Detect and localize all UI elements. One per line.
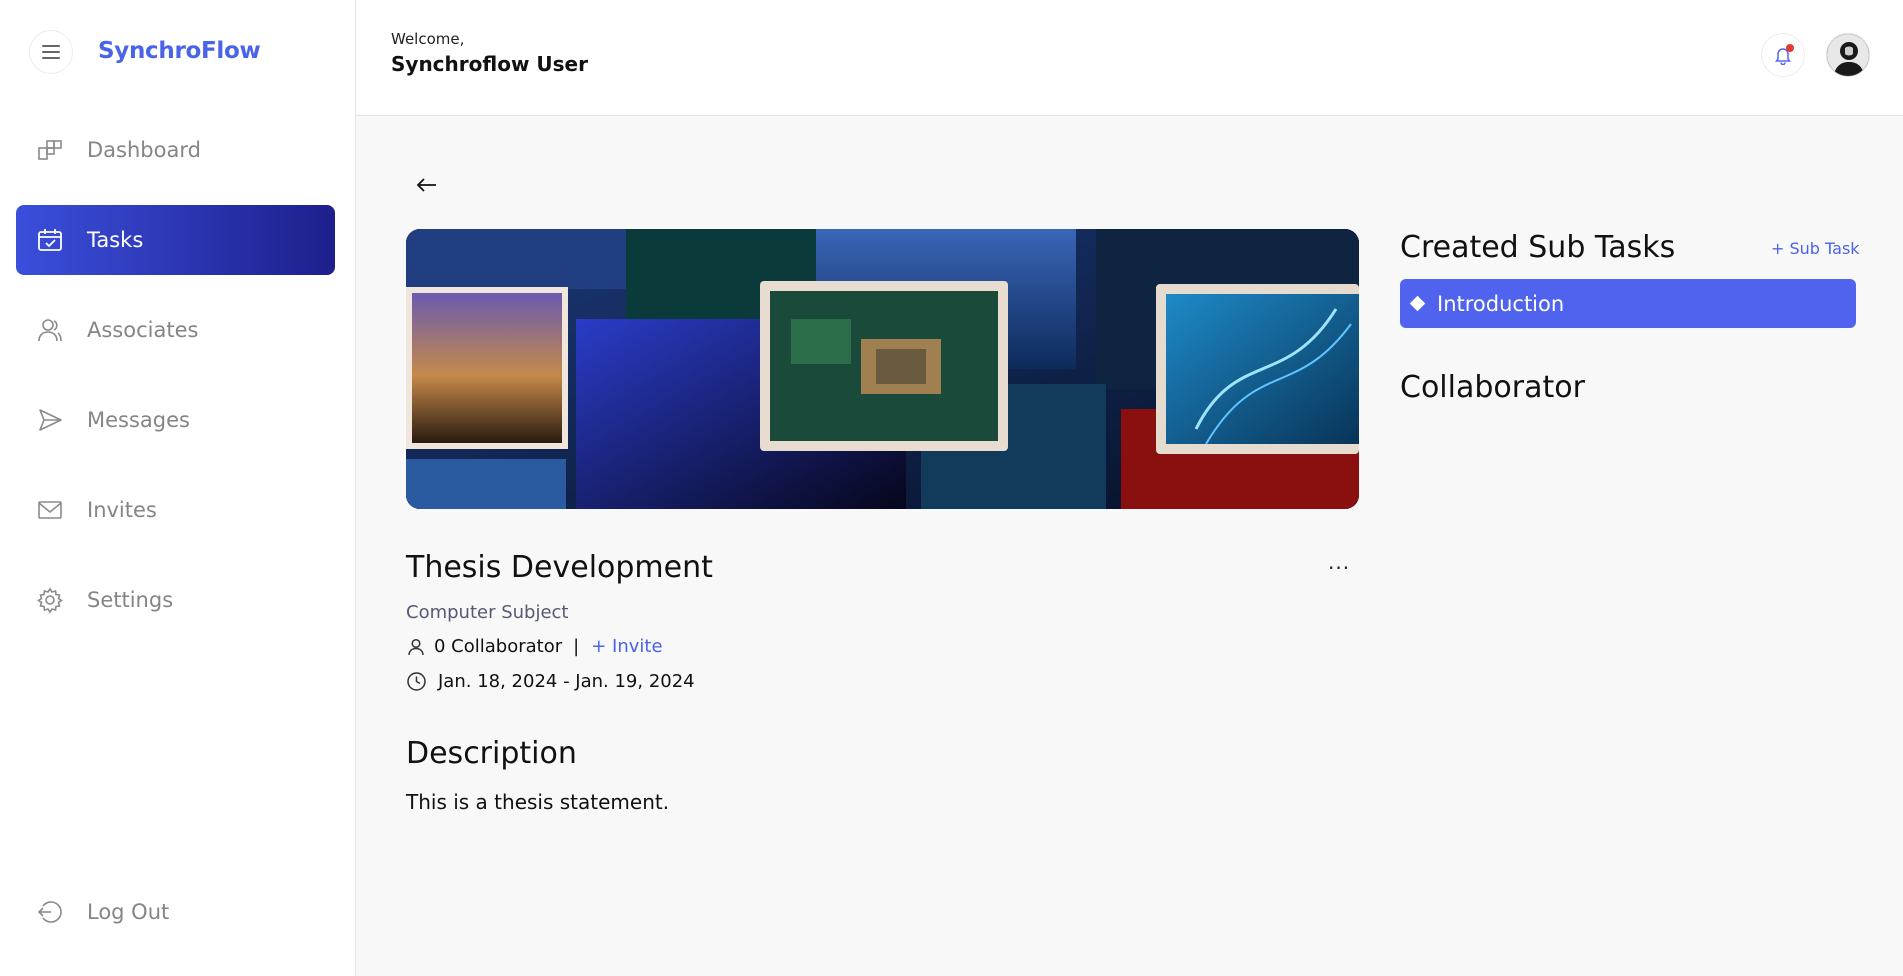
app-logo[interactable]: SynchroFlow — [98, 38, 261, 64]
top-header: Welcome, Synchroflow User — [356, 0, 1903, 116]
collaborator-count: 0 Collaborator — [434, 636, 563, 657]
avatar[interactable] — [1826, 33, 1870, 77]
arrow-left-icon — [416, 178, 436, 192]
separator: | — [573, 636, 580, 657]
diamond-icon — [1409, 295, 1426, 312]
logout-button[interactable]: Log Out — [16, 877, 335, 947]
description-heading: Description — [406, 736, 577, 771]
date-range: Jan. 18, 2024 - Jan. 19, 2024 — [438, 671, 695, 692]
add-subtask-button[interactable]: + Sub Task — [1771, 239, 1860, 258]
hamburger-icon — [42, 45, 60, 59]
gear-icon — [36, 586, 64, 614]
sidebar-item-label: Dashboard — [87, 138, 201, 162]
sidebar-item-label: Associates — [87, 318, 199, 342]
subtask-label: Introduction — [1437, 291, 1565, 316]
back-button[interactable] — [414, 172, 440, 198]
dashboard-icon — [36, 136, 64, 164]
clock-icon — [407, 672, 426, 691]
sidebar-item-dashboard[interactable]: Dashboard — [16, 115, 335, 185]
logout-label: Log Out — [87, 900, 170, 924]
collaborator-row: 0 Collaborator | + Invite — [406, 636, 663, 657]
invite-button[interactable]: + Invite — [591, 636, 662, 657]
sidebar-item-settings[interactable]: Settings — [16, 565, 335, 635]
sidebar-item-label: Invites — [87, 498, 157, 522]
subtask-item[interactable]: Introduction — [1400, 279, 1856, 328]
tasks-calendar-icon — [36, 226, 64, 254]
task-title: Thesis Development — [406, 550, 713, 585]
sidebar-item-invites[interactable]: Invites — [16, 475, 335, 545]
sidebar-item-label: Tasks — [87, 228, 144, 252]
user-name: Synchroflow User — [391, 52, 588, 76]
sidebar-item-label: Messages — [87, 408, 190, 432]
notifications-button[interactable] — [1761, 33, 1805, 77]
logout-icon — [36, 898, 64, 926]
more-options-button[interactable]: ··· — [1328, 556, 1350, 580]
sidebar-item-tasks[interactable]: Tasks — [16, 205, 335, 275]
subtasks-heading: Created Sub Tasks — [1400, 230, 1676, 265]
date-row: Jan. 18, 2024 - Jan. 19, 2024 — [406, 671, 695, 692]
sidebar-item-label: Settings — [87, 588, 174, 612]
send-icon — [36, 406, 64, 434]
description-text: This is a thesis statement. — [406, 790, 670, 814]
sidebar: SynchroFlow Dashboard Tasks Associates M… — [0, 0, 356, 976]
welcome-text: Welcome, — [391, 30, 465, 48]
user-icon — [408, 638, 424, 655]
collaborator-heading: Collaborator — [1400, 370, 1585, 405]
mail-icon — [36, 496, 64, 524]
notification-badge — [1786, 44, 1794, 52]
sidebar-item-messages[interactable]: Messages — [16, 385, 335, 455]
menu-toggle-button[interactable] — [29, 30, 73, 74]
sidebar-item-associates[interactable]: Associates — [16, 295, 335, 365]
task-subject: Computer Subject — [406, 602, 569, 623]
associates-icon — [36, 316, 64, 344]
task-banner-image — [406, 229, 1359, 509]
avatar-image — [1827, 34, 1869, 76]
